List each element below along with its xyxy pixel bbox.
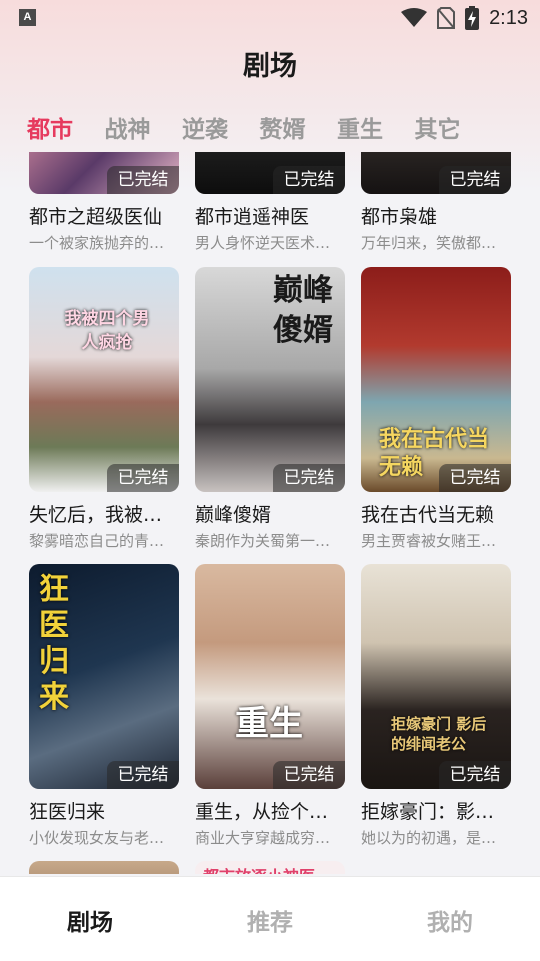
completed-badge: 已完结 bbox=[439, 761, 511, 789]
completed-badge: 已完结 bbox=[273, 761, 345, 789]
drama-poster: 已完结 bbox=[29, 152, 179, 194]
completed-badge: 已完结 bbox=[273, 166, 345, 194]
drama-desc: 一个被家族抛弃的… bbox=[29, 234, 165, 252]
drama-desc: 男人身怀逆天医术… bbox=[195, 234, 331, 252]
wifi-icon bbox=[401, 8, 428, 28]
clock: 2:13 bbox=[489, 6, 528, 29]
drama-poster: 我在古代当无赖 已完结 bbox=[361, 267, 511, 492]
tab-nixi[interactable]: 逆袭 bbox=[182, 110, 260, 144]
poster-title-art: 狂医归来 bbox=[39, 572, 69, 715]
completed-badge: 已完结 bbox=[439, 464, 511, 492]
drama-desc: 小伙发现女友与老… bbox=[29, 829, 165, 847]
poster-title-art: 巅峰傻婿 bbox=[273, 273, 333, 348]
category-tabs: 都市 战神 逆袭 赘婿 重生 其它 bbox=[27, 110, 492, 144]
completed-badge: 已完结 bbox=[107, 464, 179, 492]
nav-recommend[interactable]: 推荐 bbox=[180, 903, 360, 937]
completed-badge: 已完结 bbox=[107, 761, 179, 789]
drama-grid: 已完结 都市之超级医仙 一个被家族抛弃的… 已完结 都市逍遥神医 男人身怀逆天医… bbox=[0, 152, 540, 874]
poster-title-art: 都市放逐小神医 bbox=[203, 863, 343, 874]
poster-title-art: 重生 bbox=[235, 704, 303, 744]
drama-poster: 巅峰傻婿 已完结 bbox=[195, 267, 345, 492]
battery-charging-icon bbox=[465, 6, 480, 30]
no-sim-icon bbox=[437, 7, 456, 29]
drama-poster: 重生 已完结 bbox=[195, 564, 345, 789]
drama-poster: 已完结 bbox=[361, 152, 511, 194]
drama-desc: 秦朗作为关蜀第一… bbox=[195, 532, 331, 550]
drama-title: 狂医归来 bbox=[29, 801, 106, 823]
drama-title: 都市逍遥神医 bbox=[195, 206, 310, 228]
drama-poster bbox=[29, 861, 179, 874]
poster-title-art: 拒嫁豪门 影后的绯闻老公 bbox=[391, 715, 487, 753]
tab-zhuixu[interactable]: 赘婿 bbox=[260, 110, 338, 144]
drama-desc: 男主贾睿被女赌王… bbox=[361, 532, 497, 550]
drama-poster: 已完结 bbox=[195, 152, 345, 194]
drama-title: 巅峰傻婿 bbox=[195, 504, 272, 526]
drama-poster: 我被四个男人疯抢 已完结 bbox=[29, 267, 179, 492]
drama-title: 重生，从捡个… bbox=[195, 801, 329, 823]
status-icons: 2:13 bbox=[401, 5, 528, 31]
drama-title: 都市之超级医仙 bbox=[29, 206, 163, 228]
drama-poster: 都市放逐小神医 bbox=[195, 861, 345, 874]
completed-badge: 已完结 bbox=[107, 166, 179, 194]
nav-mine[interactable]: 我的 bbox=[360, 903, 540, 937]
drama-poster: 狂医归来 已完结 bbox=[29, 564, 179, 789]
tab-qita[interactable]: 其它 bbox=[415, 110, 493, 144]
drama-desc: 万年归来，笑傲都… bbox=[361, 234, 497, 252]
bottom-nav: 剧场 推荐 我的 bbox=[0, 876, 540, 961]
notification-icon: A bbox=[19, 9, 36, 26]
tab-chongsheng[interactable]: 重生 bbox=[337, 110, 415, 144]
drama-desc: 商业大亨穿越成穷… bbox=[195, 829, 331, 847]
app-root: A 2:13 剧场 都市 战神 逆袭 赘婿 重生 其它 已完结 都市之超级医仙 … bbox=[0, 0, 540, 961]
drama-desc: 黎雾暗恋自己的青… bbox=[29, 532, 165, 550]
completed-badge: 已完结 bbox=[439, 166, 511, 194]
drama-title: 我在古代当无赖 bbox=[361, 504, 495, 526]
page-title: 剧场 bbox=[243, 51, 297, 82]
tab-dushi[interactable]: 都市 bbox=[27, 110, 105, 144]
drama-title: 都市枭雄 bbox=[361, 206, 438, 228]
drama-title: 拒嫁豪门：影… bbox=[361, 801, 495, 823]
status-bar: A 2:13 bbox=[0, 0, 540, 36]
tab-zhanshen[interactable]: 战神 bbox=[105, 110, 183, 144]
drama-poster: 拒嫁豪门 影后的绯闻老公 已完结 bbox=[361, 564, 511, 789]
nav-theater[interactable]: 剧场 bbox=[0, 903, 180, 937]
poster-title-art: 我被四个男人疯抢 bbox=[64, 309, 150, 353]
completed-badge: 已完结 bbox=[273, 464, 345, 492]
drama-title: 失忆后，我被… bbox=[29, 504, 163, 526]
drama-desc: 她以为的初遇，是… bbox=[361, 829, 497, 847]
